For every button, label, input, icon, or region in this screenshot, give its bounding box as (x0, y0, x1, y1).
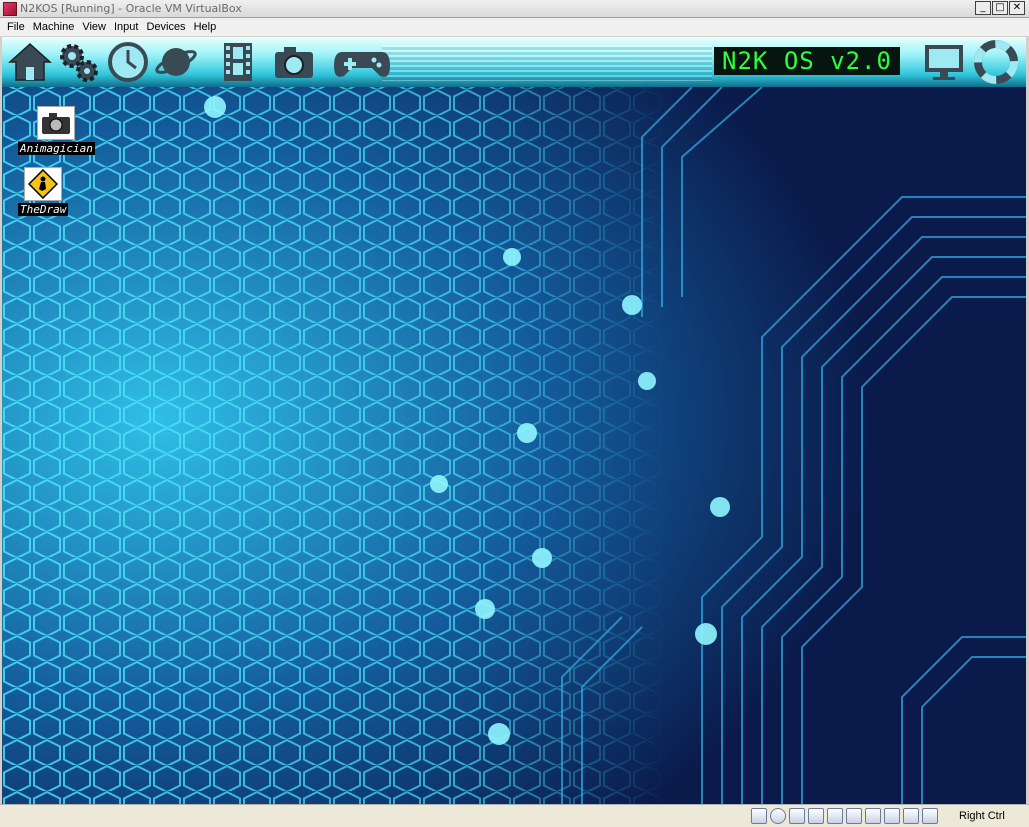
camera-icon[interactable] (272, 40, 316, 84)
usb-icon[interactable] (884, 808, 900, 824)
menu-file[interactable]: File (3, 21, 29, 33)
monitor-icon[interactable] (922, 40, 966, 84)
circuit-wallpaper (2, 37, 1026, 804)
desktop-icon-label: Animagician (18, 142, 95, 155)
capture-icon[interactable] (865, 808, 881, 824)
mouse-integration-icon[interactable] (903, 808, 919, 824)
floppy-icon[interactable] (789, 808, 805, 824)
menu-input[interactable]: Input (110, 21, 142, 33)
arrow-down-icon[interactable] (922, 808, 938, 824)
window-title: N2KOS [Running] - Oracle VM VirtualBox (20, 2, 242, 15)
minimize-button[interactable]: _ (975, 1, 991, 15)
virtualbox-app-icon (3, 1, 17, 16)
desktop-icon-thedraw[interactable]: TheDraw (18, 167, 69, 216)
guest-screen[interactable]: N2K OS v2.0 Animagician TheDraw (2, 37, 1026, 804)
display-icon[interactable] (846, 808, 862, 824)
camera-icon (37, 106, 76, 140)
brand-label: N2K OS v2.0 (714, 47, 900, 75)
menubar: File Machine View Input Devices Help (0, 18, 1029, 36)
guest-toolbar: N2K OS v2.0 (2, 37, 1026, 87)
menu-view[interactable]: View (78, 21, 110, 33)
lifebuoy-icon[interactable] (974, 40, 1018, 84)
host-key-label: Right Ctrl (959, 810, 1005, 822)
planet-icon[interactable] (154, 40, 198, 84)
gear-icon[interactable] (56, 40, 100, 84)
status-indicators (751, 808, 938, 824)
desktop-icon-animagician[interactable]: Animagician (18, 106, 95, 155)
gamepad-icon[interactable] (332, 40, 392, 84)
statusbar: Right Ctrl (0, 804, 1029, 827)
menu-devices[interactable]: Devices (142, 21, 189, 33)
network-icon[interactable] (808, 808, 824, 824)
clock-icon[interactable] (106, 40, 150, 84)
home-icon[interactable] (8, 40, 52, 84)
desktop-icon-label: TheDraw (18, 203, 69, 216)
menu-machine[interactable]: Machine (29, 21, 79, 33)
maximize-button[interactable]: □ (992, 1, 1008, 15)
construction-sign-icon (24, 167, 63, 201)
cdrom-icon[interactable] (770, 808, 786, 824)
menu-help[interactable]: Help (190, 21, 221, 33)
film-icon[interactable] (216, 40, 260, 84)
hdd-icon[interactable] (751, 808, 767, 824)
window-titlebar[interactable]: N2KOS [Running] - Oracle VM VirtualBox _… (0, 0, 1029, 18)
close-button[interactable]: ✕ (1009, 1, 1025, 15)
shared-folder-icon[interactable] (827, 808, 843, 824)
